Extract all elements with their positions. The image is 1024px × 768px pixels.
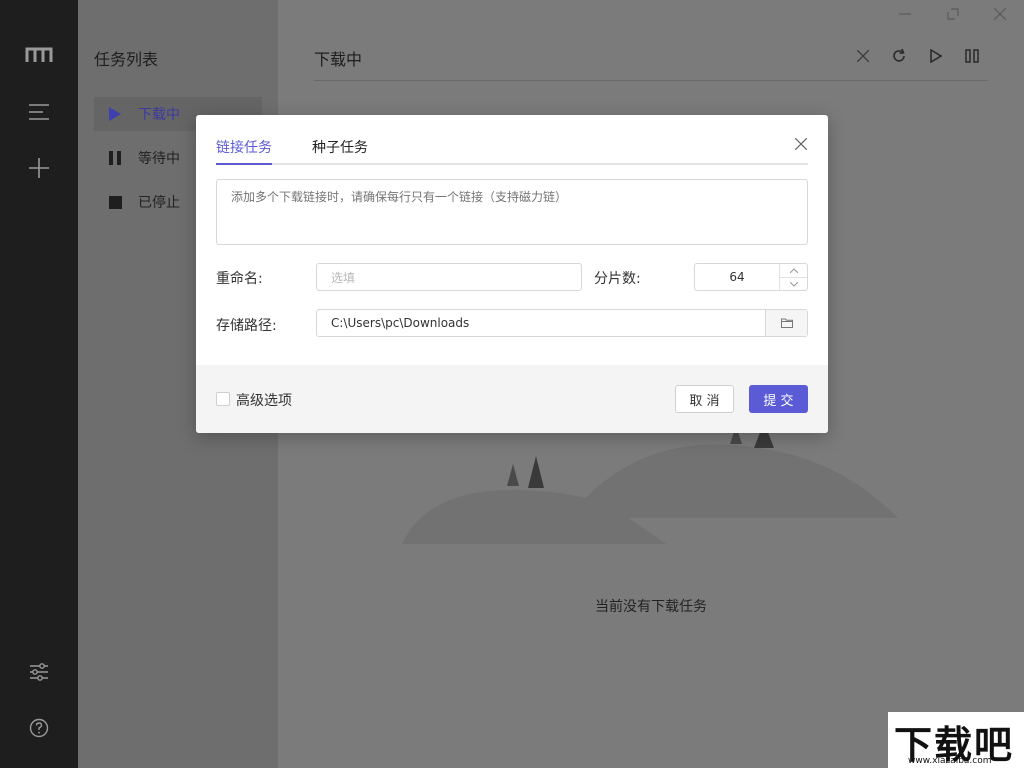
task-item-label: 下载中 <box>138 107 180 123</box>
page-title: 下载中 <box>314 50 363 69</box>
close-window-icon[interactable] <box>985 2 1015 26</box>
rename-label: 重命名: <box>216 271 263 287</box>
tab-torrent-task[interactable]: 种子任务 <box>312 137 368 157</box>
close-dialog-icon[interactable] <box>792 135 810 153</box>
stop-icon <box>108 195 122 209</box>
split-count-value: 64 <box>729 270 745 284</box>
folder-icon[interactable] <box>765 310 807 336</box>
logo-icon[interactable] <box>24 40 54 70</box>
chevron-up-icon[interactable] <box>780 264 807 277</box>
maximize-icon[interactable] <box>938 2 968 26</box>
split-count-stepper[interactable]: 64 <box>694 263 808 291</box>
app-rail <box>0 0 78 768</box>
dialog-footer: 高级选项 取 消 提 交 <box>196 365 828 433</box>
add-icon[interactable] <box>24 153 54 183</box>
empty-state-text: 当前没有下载任务 <box>595 599 707 615</box>
advanced-options-label[interactable]: 高级选项 <box>236 390 292 410</box>
new-task-dialog: 链接任务 种子任务 重命名: 选填 分片数: 64 存储路径: C:\Users… <box>196 115 828 433</box>
pause-all-icon[interactable] <box>960 44 984 68</box>
menu-icon[interactable] <box>24 97 54 127</box>
tab-link-task[interactable]: 链接任务 <box>216 137 272 157</box>
url-input[interactable] <box>216 179 808 245</box>
task-list-title: 任务列表 <box>94 50 159 69</box>
title-divider <box>314 80 988 81</box>
split-label: 分片数: <box>594 271 641 287</box>
save-path-input[interactable]: C:\Users\pc\Downloads <box>316 309 808 337</box>
cancel-button[interactable]: 取 消 <box>675 385 734 413</box>
empty-illustration <box>402 422 898 544</box>
advanced-options-checkbox[interactable] <box>216 392 230 406</box>
active-tab-indicator <box>216 163 272 165</box>
minimize-icon[interactable] <box>890 2 920 26</box>
submit-button[interactable]: 提 交 <box>749 385 808 413</box>
settings-sliders-icon[interactable] <box>24 657 54 687</box>
rename-input[interactable]: 选填 <box>316 263 582 291</box>
play-icon <box>108 107 122 121</box>
resume-all-icon[interactable] <box>924 44 948 68</box>
pause-icon <box>108 151 122 165</box>
task-item-label: 已停止 <box>138 195 180 211</box>
path-label: 存储路径: <box>216 318 277 334</box>
watermark-logo: 下载吧 www.xiazaiba.com <box>888 712 1024 768</box>
watermark-url: www.xiazaiba.com <box>908 756 992 766</box>
refresh-icon[interactable] <box>887 44 911 68</box>
chevron-down-icon[interactable] <box>780 277 807 290</box>
delete-icon[interactable] <box>851 44 875 68</box>
task-item-label: 等待中 <box>138 151 180 167</box>
dialog-tabs: 链接任务 种子任务 <box>216 129 808 165</box>
help-icon[interactable] <box>24 713 54 743</box>
